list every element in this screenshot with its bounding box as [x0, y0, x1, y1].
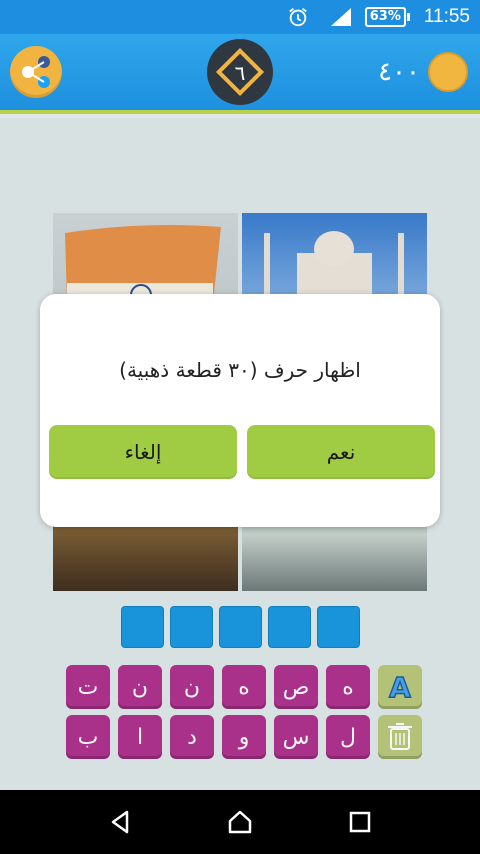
yes-button[interactable]: نعم	[247, 425, 435, 479]
battery-level: 63%	[364, 7, 406, 27]
home-icon[interactable]	[225, 807, 255, 837]
share-icon	[22, 56, 50, 88]
clock: 11:55	[423, 6, 470, 27]
back-icon[interactable]	[105, 807, 135, 837]
alarm-icon	[288, 8, 307, 27]
recents-icon[interactable]	[345, 807, 375, 837]
coins-value: ٤٠٠	[378, 57, 420, 87]
coin-icon	[428, 52, 468, 92]
level-badge: ٦	[207, 39, 273, 105]
dialog-message: اظهار حرف (٣٠ قطعة ذهبية)	[119, 358, 361, 382]
top-bar: ٦ ٤٠٠	[0, 34, 480, 114]
cancel-button[interactable]: إلغاء	[49, 425, 237, 479]
navigation-bar	[0, 790, 480, 854]
share-button[interactable]	[10, 46, 62, 98]
diamond-icon: ٦	[215, 47, 265, 97]
coins-counter: ٤٠٠	[378, 52, 468, 92]
battery-icon: 63%	[364, 7, 410, 27]
status-bar: 63% 11:55	[0, 0, 480, 34]
reveal-letter-dialog: اظهار حرف (٣٠ قطعة ذهبية) إلغاء نعم	[40, 294, 440, 527]
level-number: ٦	[235, 61, 246, 85]
signal-icon	[330, 8, 351, 26]
